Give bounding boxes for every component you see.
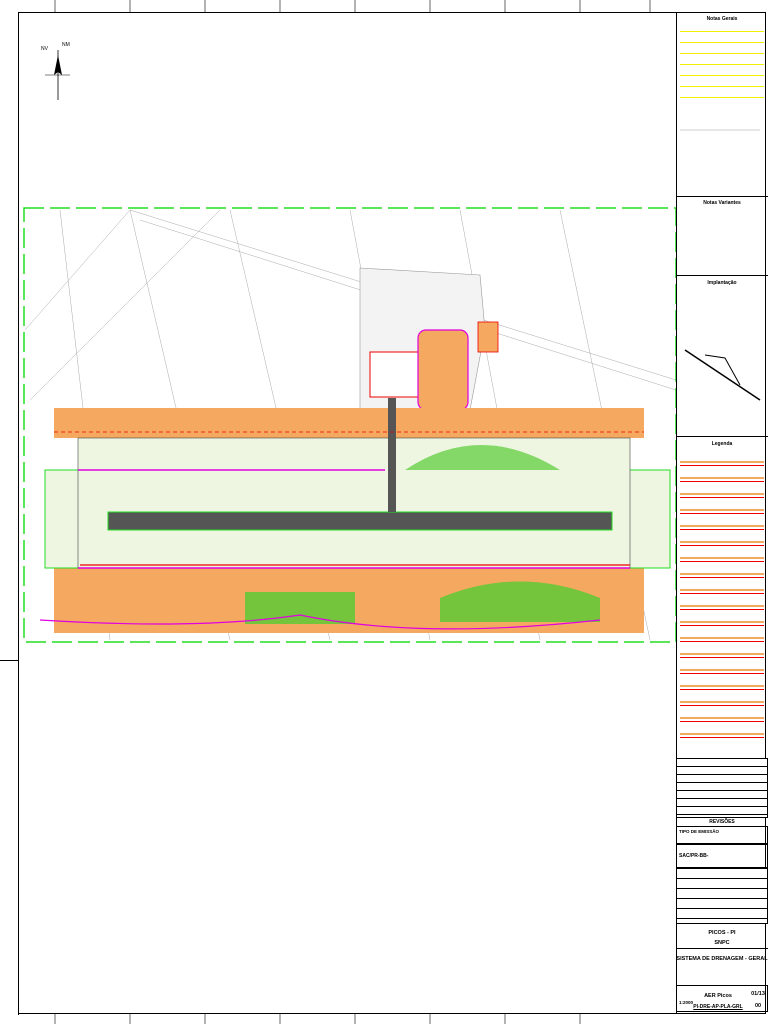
- location-title: Implantação: [707, 280, 737, 286]
- drawing-title: SISTEMA DE DRENAGEM - GERAL: [676, 956, 768, 962]
- divider: [676, 196, 768, 197]
- legend-title: Legenda: [711, 441, 733, 447]
- sheet-number: 01/13: [751, 991, 765, 997]
- north-arrow-label-nv: NV: [41, 46, 48, 52]
- north-arrow-icon: [45, 50, 70, 100]
- divider: [676, 948, 768, 949]
- airport-name: AER Picos: [704, 993, 732, 999]
- drawing-number: PI-DRE-AP-PLA-GRL: [693, 1004, 743, 1010]
- divider: [676, 275, 768, 276]
- north-arrow-label-nm: NM: [62, 42, 70, 48]
- notes-title: Notas Gerais: [706, 16, 738, 22]
- variant-notes-title: Notas Variantes: [703, 200, 741, 206]
- legend-list: [680, 455, 764, 745]
- divider: [676, 436, 768, 437]
- signatures-table: [676, 868, 768, 924]
- location-map: [684, 349, 761, 401]
- notes-text-block: [680, 26, 764, 101]
- city: PICOS - PI: [708, 930, 736, 936]
- revisions-table: [676, 758, 768, 818]
- airport-code: SNPC: [714, 940, 730, 946]
- emission-type: TIPO DE EMISSÃO: [676, 826, 768, 844]
- revision-number: 00: [754, 1003, 762, 1009]
- project-code: SAC/PR-BB-: [676, 844, 768, 868]
- revisions-title: REVISÕES: [709, 819, 735, 825]
- site-plan[interactable]: [0, 0, 768, 1024]
